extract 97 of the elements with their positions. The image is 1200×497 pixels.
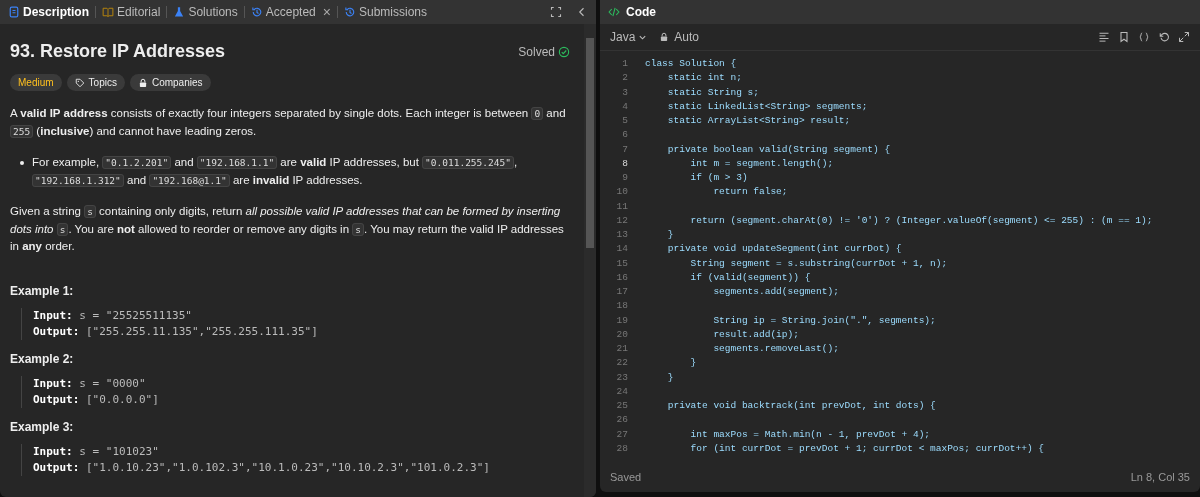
line-number: 1 [621,57,628,71]
code-line: static ArrayList<String> result; [666,114,851,128]
line-number: 25 [615,399,628,413]
flask-icon [173,6,186,18]
undo-icon[interactable] [1158,31,1170,43]
code-line: if (m > 3) [689,171,748,185]
code-line: result.add(ip); [712,327,799,342]
line-number: 13 [615,228,628,242]
line-number: 5 [621,114,628,128]
format-lines-icon[interactable] [1098,31,1110,43]
mode-label[interactable]: Auto [674,30,700,44]
lock-icon [659,32,670,42]
tab[interactable]: Editorial [102,5,161,19]
code-line: } [666,370,674,385]
line-number: 24 [615,384,628,399]
example-input-text: Input: s = "25525511135" [33,307,193,324]
document-icon [8,6,20,18]
line-number: 28 [615,441,628,456]
tag-chip[interactable]: Companies [129,74,211,91]
difficulty-badge: Medium [10,74,62,91]
line-number: 14 [615,242,628,257]
line-number: 8 [621,156,628,171]
line-number: 7 [621,142,628,157]
example-input-text: Input: s = "0000" [33,375,147,392]
tab[interactable]: Solutions [173,5,238,19]
code-line: String segment = s.substring(currDot + 1, n); [689,256,948,271]
example-output-text: Output: ["255.255.11.135","255.255.111.35"] [33,323,319,340]
code-line: static LinkedList<String> segments; [666,99,868,114]
line-number: 16 [615,270,628,285]
code-line: int maxPos = Math.min(n - 1, prevDot + 4); [689,427,931,442]
code-line: static String s; [666,85,760,100]
lock-icon [137,77,148,88]
code-line: segments.removeLast(); [712,342,839,356]
language-dropdown[interactable]: Java [610,30,648,44]
tab[interactable]: Accepted × [250,4,331,20]
line-number: 22 [615,356,628,371]
tag-icon [74,77,85,88]
braces-icon[interactable] [1138,31,1150,43]
code-line: static int n; [666,71,742,86]
example-heading: Example 2: [10,351,75,366]
example-input-text: Input: s = "101023" [33,443,160,460]
tag-chip[interactable]: Topics [66,74,125,91]
line-number: 27 [615,427,628,442]
code-line: private void updateSegment(int currDot) { [666,242,902,257]
line-number: 4 [621,99,628,114]
cursor-position: Ln 8, Col 35 [1130,471,1190,483]
expand-icon[interactable] [1178,31,1190,43]
list-item-text: For example, "0.1.2.201" and "192.168.1.1" are valid IP addresses, but "0.011.255.245" , "192.168.1.312" and "192.168@1.1" are invalid IP addresses. [32,155,519,189]
line-number: 9 [621,171,628,185]
line-number: 21 [615,342,628,356]
code-line: return false; [712,185,788,200]
bookmark-icon[interactable] [1118,31,1130,43]
line-number: 17 [615,285,628,299]
code-line: if (valid(segment)) { [689,270,811,285]
book-icon [102,6,114,18]
history-icon [250,6,263,18]
code-line: class Solution { [645,57,737,71]
code-icon [608,6,620,18]
line-number: 12 [615,213,628,228]
tab[interactable]: Description [8,5,89,19]
code-line: int m = segment.length(); [689,156,834,171]
example-output-text: Output: ["0.0.0.0"] [33,391,160,408]
check-circle-icon [558,45,570,58]
close-icon[interactable]: × [322,4,331,20]
code-line: return (segment.charAt(0) != '0') ? (Integer.valueOf(segment) <= 255) : (m == 1); [689,213,1153,228]
history-icon [344,6,356,18]
fullscreen-icon[interactable] [550,6,562,18]
problem-title: 93. Restore IP Addresses [10,41,227,62]
paragraph: Given a string s containing only digits, return all possible valid IP addresses that can be formed by inserting dots into s . You are not allowed to reorder or remove any digits in s . You may return the valid IP addresses in any order. [10,204,565,254]
save-status: Saved [610,471,642,483]
paragraph: A valid IP address consists of exactly four integers separated by single dots. Each integer is between 0 and 255 (inclusive) and cannot have leading zeros. [10,106,567,140]
example-output-text: Output: ["1.0.10.23","1.0.102.3","10.1.0.23","10.10.2.3","101.0.2.3"] [33,459,491,476]
code-line: String ip = String.join(".", segments); [712,313,936,328]
tab[interactable]: Submissions [344,5,427,19]
code-line: segments.add(segment); [712,285,839,299]
panel-title: Code [626,5,656,19]
line-number: 26 [615,413,628,428]
line-number: 11 [615,199,628,214]
line-number: 20 [615,327,628,342]
line-number: 19 [615,313,628,328]
line-number: 18 [615,299,628,314]
line-number: 2 [621,71,628,86]
line-number: 23 [615,370,628,385]
code-line: private void backtrack(int prevDot, int dots) { [666,399,936,413]
line-number: 15 [615,256,628,271]
code-line: for (int currDot = prevDot + 1; currDot < maxPos; currDot++) { [689,441,1045,456]
line-number: 3 [621,85,628,100]
bullet-icon [20,161,24,165]
code-line: } [689,356,697,371]
example-heading: Example 3: [10,419,75,434]
scrollbar[interactable] [584,24,596,497]
code-line: private boolean valid(String segment) { [666,142,891,157]
solved-status: Solved [518,44,555,59]
code-line: } [666,228,674,242]
line-number: 6 [621,128,628,143]
example-heading: Example 1: [10,283,75,298]
line-number: 10 [615,185,628,200]
